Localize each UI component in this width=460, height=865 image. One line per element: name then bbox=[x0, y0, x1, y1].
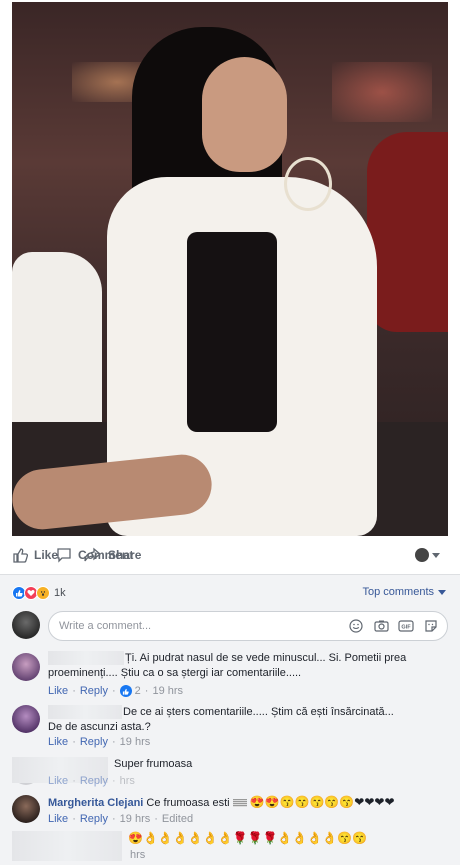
separator: · bbox=[111, 813, 116, 825]
composer-tools: GIF bbox=[339, 618, 439, 634]
comment-reply-link[interactable]: Reply bbox=[80, 736, 108, 748]
comment-edited: Edited bbox=[161, 813, 194, 825]
subject-earring bbox=[284, 157, 332, 211]
like-button[interactable]: Like bbox=[12, 547, 58, 563]
redacted-inline bbox=[232, 799, 247, 808]
reaction-count[interactable]: 1k bbox=[54, 587, 66, 599]
avatar bbox=[12, 611, 40, 639]
reactions-summary[interactable]: 1k bbox=[12, 585, 66, 601]
comment-like-link[interactable]: Like bbox=[48, 775, 68, 787]
comment-author[interactable]: Margherita Clejani bbox=[48, 797, 143, 809]
post-as-selector[interactable] bbox=[415, 548, 440, 562]
subject-face bbox=[202, 57, 287, 172]
separator: · bbox=[111, 775, 116, 787]
comment-reply-link[interactable]: Reply bbox=[80, 813, 108, 825]
comment-meta: Like · Reply · 19 hrs · Edited bbox=[48, 813, 193, 825]
comment-emojis: 😍😍😙😙😙😙😙❤❤❤❤ bbox=[249, 795, 395, 809]
svg-text:GIF: GIF bbox=[401, 625, 411, 631]
comment-meta: hrs bbox=[130, 849, 145, 861]
comment-meta: Like · Reply · 2 · 19 hrs bbox=[48, 685, 183, 697]
comment-input-placeholder: Write a comment... bbox=[59, 620, 152, 632]
comment-bubble-icon bbox=[57, 548, 71, 563]
wow-reaction-icon bbox=[36, 586, 50, 600]
comment-emojis: 😍👌👌👌👌👌👌🌹🌹🌹👌👌👌👌😙😙 bbox=[128, 831, 368, 845]
separator: · bbox=[72, 685, 76, 697]
comment-reaction-count[interactable]: 2 bbox=[135, 685, 141, 697]
separator: · bbox=[72, 736, 76, 748]
comment-text: Ți. Ai pudrat nasul de se vede minuscul.… bbox=[48, 652, 407, 679]
avatar[interactable] bbox=[12, 705, 40, 733]
chevron-down-icon bbox=[438, 589, 446, 595]
comment-item: De ce ai șters comentariile..... Știm că… bbox=[12, 703, 452, 749]
comment-text: Super frumoasa bbox=[114, 758, 193, 770]
comment-reply-link[interactable]: Reply bbox=[80, 685, 108, 697]
comment-sort-dropdown[interactable]: Top comments bbox=[362, 586, 446, 598]
comment-time[interactable]: 19 hrs bbox=[120, 813, 151, 825]
comment-time[interactable]: hrs bbox=[120, 775, 135, 787]
comment-item: Super frumoasa Like · Reply · hrs bbox=[12, 755, 452, 789]
comment-meta: Like · Reply · 19 hrs bbox=[48, 736, 150, 748]
post-actions-bar: Like Comment Share bbox=[12, 540, 448, 570]
comment-item: 😍👌👌👌👌👌👌🌹🌹🌹👌👌👌👌😙😙 hrs bbox=[12, 831, 452, 865]
post-photo[interactable] bbox=[12, 2, 448, 536]
comment-sort-label: Top comments bbox=[362, 586, 434, 598]
redacted-author bbox=[12, 831, 122, 861]
chevron-down-icon bbox=[432, 552, 440, 558]
comment-label: Comment bbox=[78, 548, 134, 562]
gif-icon[interactable]: GIF bbox=[398, 618, 414, 634]
comment-time[interactable]: 19 hrs bbox=[120, 736, 151, 748]
background-person bbox=[367, 132, 448, 332]
comment-item: Margherita Clejani Ce frumoasa esti 😍😍😙😙… bbox=[12, 795, 452, 829]
comments-section: 1k Top comments Write a comment... GIF Ț… bbox=[0, 574, 460, 865]
like-reaction-icon bbox=[119, 685, 132, 697]
sticker-icon[interactable] bbox=[423, 618, 439, 634]
like-label: Like bbox=[34, 548, 59, 562]
emoji-icon[interactable] bbox=[348, 618, 364, 634]
separator: · bbox=[72, 775, 76, 787]
comment-item: Ți. Ai pudrat nasul de se vede minuscul.… bbox=[12, 649, 452, 697]
comment-like-link[interactable]: Like bbox=[48, 736, 68, 748]
separator: · bbox=[144, 685, 149, 697]
separator: · bbox=[154, 813, 158, 825]
comment-text: De ce ai șters comentariile..... Știm că… bbox=[48, 706, 394, 733]
separator: · bbox=[111, 685, 116, 697]
comment-time[interactable]: 19 hrs bbox=[152, 685, 183, 697]
background-light bbox=[332, 62, 432, 122]
comment-meta: Like · Reply · hrs bbox=[48, 775, 135, 787]
comment-like-link[interactable]: Like bbox=[48, 813, 68, 825]
avatar[interactable] bbox=[12, 795, 40, 823]
separator: · bbox=[111, 736, 116, 748]
comment-composer: Write a comment... GIF bbox=[12, 611, 448, 641]
comment-input[interactable]: Write a comment... GIF bbox=[48, 611, 448, 641]
comment-like-link[interactable]: Like bbox=[48, 685, 68, 697]
comment-time[interactable]: hrs bbox=[130, 849, 145, 861]
comment-button[interactable]: Comment bbox=[56, 547, 460, 563]
separator: · bbox=[72, 813, 76, 825]
comment-text-line: Margherita Clejani Ce frumoasa esti 😍😍😙😙… bbox=[48, 795, 395, 811]
comment-text: Ce frumoasa esti bbox=[146, 797, 230, 809]
avatar[interactable] bbox=[12, 653, 40, 681]
thumbs-up-icon bbox=[13, 548, 28, 563]
camera-icon[interactable] bbox=[373, 618, 389, 634]
subject-top bbox=[187, 232, 277, 432]
avatar bbox=[415, 548, 429, 562]
comment-reply-link[interactable]: Reply bbox=[80, 775, 108, 787]
